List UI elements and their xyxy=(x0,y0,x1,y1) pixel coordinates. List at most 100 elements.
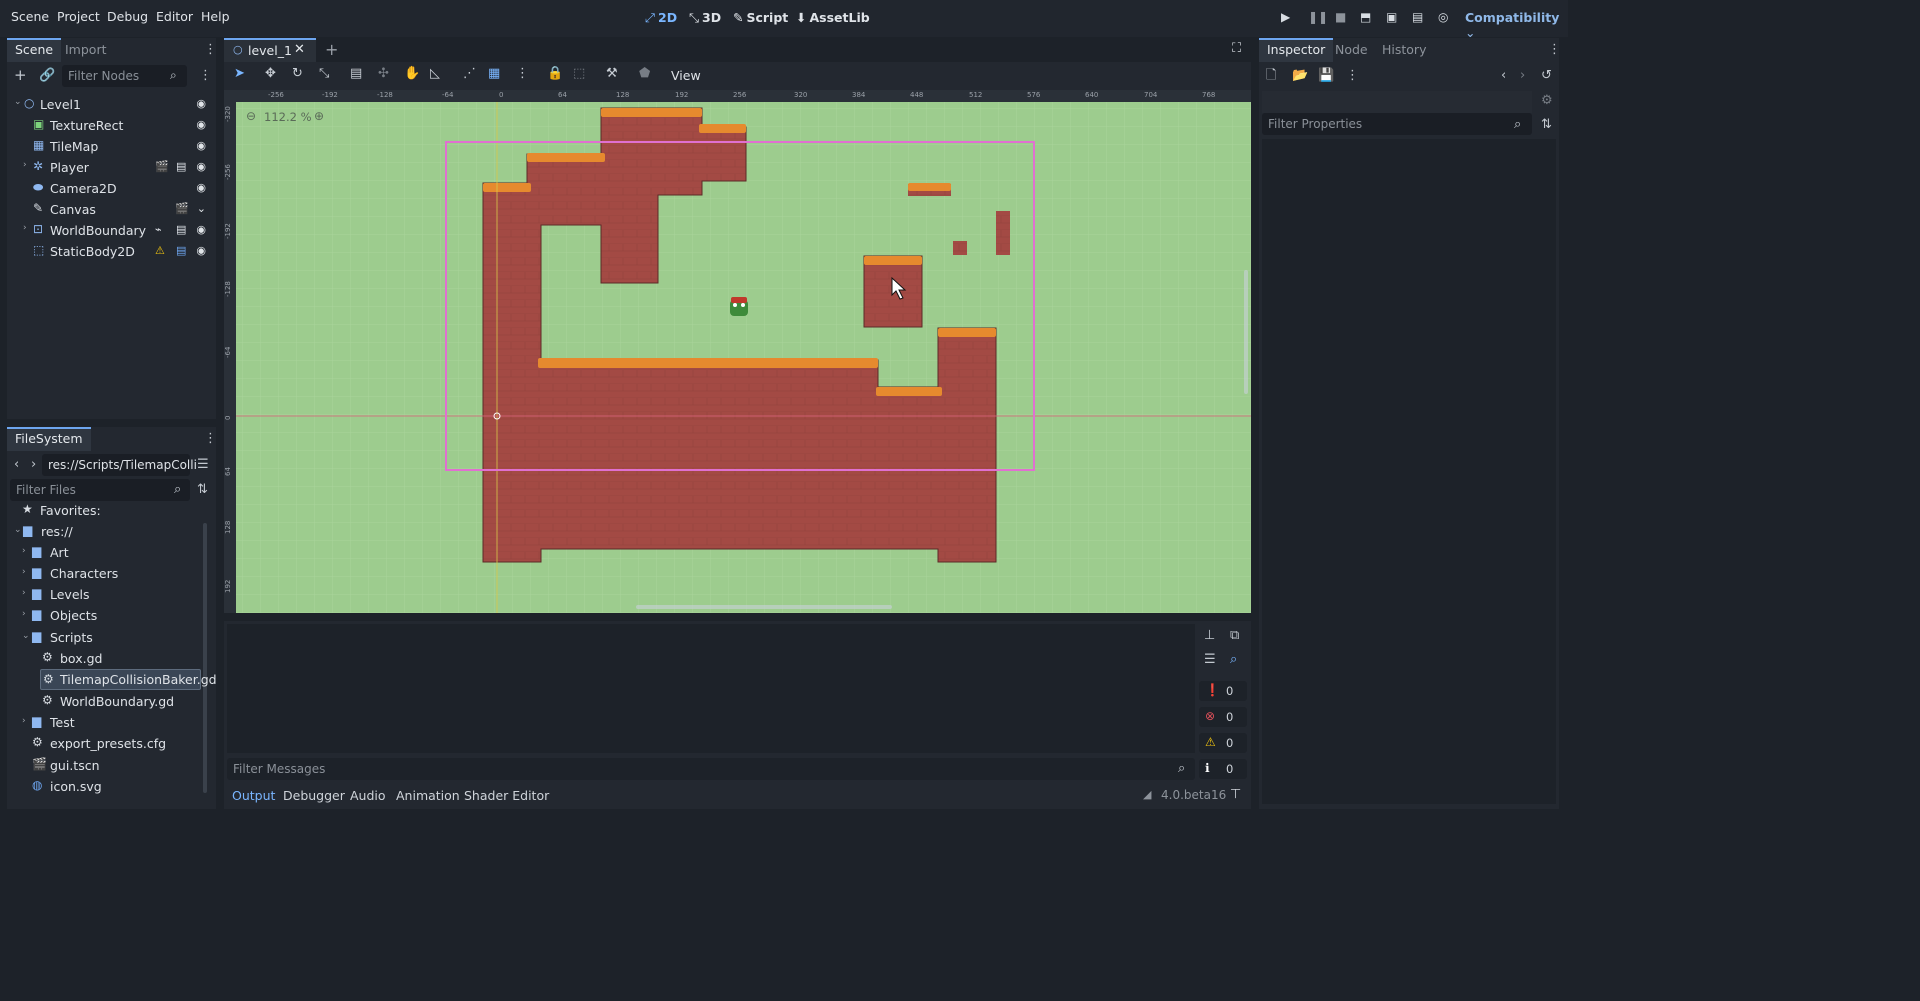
distraction-free-icon[interactable]: ⛶ xyxy=(1232,41,1241,56)
chevron-right-icon[interactable]: › xyxy=(22,567,26,577)
back-icon[interactable]: ‹ xyxy=(14,458,19,471)
play-scene-icon[interactable]: ▣ xyxy=(1386,10,1397,24)
resource-menu-icon[interactable]: ⋮ xyxy=(1346,69,1359,82)
view-menu[interactable]: View xyxy=(671,68,701,83)
movie-maker-icon[interactable]: ◎ xyxy=(1438,10,1448,24)
tab-scene[interactable]: Scene xyxy=(7,38,62,62)
workspace-assetlib[interactable]: ⬇ AssetLib xyxy=(796,10,870,25)
script-attached-icon[interactable]: ▤ xyxy=(176,223,186,236)
menu-debug[interactable]: Debug xyxy=(107,9,148,24)
signal-icon[interactable]: ⌁ xyxy=(155,223,162,236)
zoom-out-icon[interactable]: ⊖ xyxy=(246,109,256,123)
remote-debug-icon[interactable]: ⬒ xyxy=(1360,10,1371,24)
sort-icon[interactable]: ⇅ xyxy=(197,483,208,496)
ruler-tool-icon[interactable]: ◺ xyxy=(430,67,440,80)
canvas-viewport[interactable]: -256 -192 -128 -64 0 64 128 192 256 320 … xyxy=(224,90,1251,613)
dock-menu-icon[interactable]: ⋮ xyxy=(204,43,217,56)
chevron-right-icon[interactable]: › xyxy=(23,160,27,170)
workspace-script[interactable]: ✎ Script xyxy=(733,10,788,25)
scene-canvas[interactable] xyxy=(224,90,1251,613)
snap-options-icon[interactable]: ⋮ xyxy=(516,67,529,80)
new-tab-icon[interactable]: + xyxy=(325,40,338,59)
chevron-down-icon[interactable]: ⌄ xyxy=(14,97,22,107)
play-icon[interactable]: ▶ xyxy=(1281,10,1290,24)
add-node-icon[interactable]: + xyxy=(14,68,27,83)
info-toggle[interactable]: ℹ0 xyxy=(1199,759,1247,779)
warnings-toggle[interactable]: ⚠ 0 xyxy=(1199,733,1247,753)
filter-nodes-input[interactable]: Filter Nodes xyxy=(62,65,187,87)
dock-menu-icon[interactable]: ⋮ xyxy=(1548,43,1561,56)
visibility-eye-icon[interactable]: ◉ xyxy=(196,160,206,173)
property-sort-icon[interactable]: ⇅ xyxy=(1541,118,1552,131)
open-resource-icon[interactable]: 📂 xyxy=(1292,69,1308,82)
errors-toggle[interactable]: ⊗ 0 xyxy=(1199,707,1247,727)
search-icon[interactable]: ⌕ xyxy=(1230,653,1237,666)
chevron-right-icon[interactable]: › xyxy=(22,546,26,556)
tree-node-staticbody2d[interactable]: ⬚ StaticBody2D ⚠ ▤ ◉ xyxy=(8,241,212,262)
tab-debugger[interactable]: Debugger xyxy=(283,788,345,803)
workspace-2d[interactable]: ⤢ 2D xyxy=(645,10,677,26)
warning-icon[interactable]: ⚠ xyxy=(155,244,165,257)
play-custom-scene-icon[interactable]: ▤ xyxy=(1412,10,1423,24)
tree-node-player[interactable]: › ✲ Player 🎬 ▤ ◉ xyxy=(8,157,212,178)
zoom-in-icon[interactable]: ⊕ xyxy=(314,109,324,123)
visibility-eye-icon[interactable]: ◉ xyxy=(196,97,206,110)
script-attached-icon[interactable]: ▤ xyxy=(176,244,186,257)
clear-output-icon[interactable]: ⊥ xyxy=(1204,629,1215,642)
tab-animation[interactable]: Animation xyxy=(396,788,460,803)
instance-clapper-icon[interactable]: 🎬 xyxy=(175,202,189,215)
select-tool-icon[interactable]: ➤ xyxy=(234,67,245,80)
scale-tool-icon[interactable]: ⤡ xyxy=(319,67,329,80)
smart-snap-icon[interactable]: ⋰ xyxy=(463,67,476,80)
history-forward-icon[interactable]: › xyxy=(1520,69,1525,82)
tab-shader-editor[interactable]: Shader Editor xyxy=(464,788,549,803)
scrollbar[interactable] xyxy=(203,523,207,793)
forward-icon[interactable]: › xyxy=(31,458,36,471)
instance-scene-icon[interactable]: 🔗 xyxy=(39,69,55,82)
tab-history[interactable]: History xyxy=(1374,38,1434,62)
group-icon[interactable]: ⬚ xyxy=(573,67,585,80)
list-item-selected[interactable]: ⚙ TilemapCollisionBaker.gd xyxy=(40,669,217,690)
tree-node-texturerect[interactable]: ▣ TextureRect ◉ xyxy=(8,115,212,136)
tree-node-tilemap[interactable]: ▦ TileMap ◉ xyxy=(8,136,212,157)
menu-editor[interactable]: Editor xyxy=(156,9,193,24)
chevron-right-icon[interactable]: › xyxy=(22,588,26,598)
visibility-eye-icon[interactable]: ◉ xyxy=(196,244,206,257)
pause-icon[interactable]: ❚❚ xyxy=(1308,10,1328,24)
visibility-eye-icon[interactable]: ◉ xyxy=(196,181,206,194)
save-resource-icon[interactable]: 💾 xyxy=(1318,69,1334,82)
object-history-icon[interactable]: ↺ xyxy=(1541,69,1552,82)
chevron-right-icon[interactable]: › xyxy=(23,223,27,233)
object-properties-icon[interactable]: ⚙ xyxy=(1541,94,1553,107)
player-sprite[interactable] xyxy=(730,297,748,316)
filter-messages-input[interactable]: Filter Messages xyxy=(227,758,1195,780)
tree-node-level1[interactable]: ⌄ ○ Level1 ◉ xyxy=(8,94,212,115)
tab-import[interactable]: Import xyxy=(57,38,115,62)
copy-icon[interactable]: ⧉ xyxy=(1230,629,1239,642)
camera-override-icon[interactable]: ⬟ xyxy=(639,67,650,80)
grid-snap-icon[interactable]: ▦ xyxy=(488,67,500,80)
tab-level-1[interactable]: ○ level_1 ✕ xyxy=(224,38,316,62)
lock-icon[interactable]: 🔒 xyxy=(547,67,563,80)
output-log[interactable] xyxy=(227,624,1195,753)
scene-options-icon[interactable]: ⋮ xyxy=(199,69,212,82)
tree-node-camera2d[interactable]: ⬬ Camera2D ◉ xyxy=(8,178,212,199)
pan-tool-icon[interactable]: ✋ xyxy=(404,67,420,80)
pivot-tool-icon[interactable]: ✣ xyxy=(378,67,389,80)
chevron-right-icon[interactable]: › xyxy=(22,609,26,619)
instance-clapper-icon[interactable]: 🎬 xyxy=(155,160,169,173)
close-icon[interactable]: ✕ xyxy=(294,42,305,57)
split-mode-icon[interactable]: ☰ xyxy=(197,458,209,471)
tree-node-canvas[interactable]: ✎ Canvas 🎬 ⌄ xyxy=(8,199,212,220)
chevron-down-icon[interactable]: ⌄ xyxy=(197,202,206,215)
menu-help[interactable]: Help xyxy=(201,9,230,24)
visibility-eye-icon[interactable]: ◉ xyxy=(196,223,206,236)
filter-files-input[interactable]: Filter Files xyxy=(10,479,190,501)
collapse-icon[interactable]: ☰ xyxy=(1204,653,1216,666)
filter-properties-input[interactable]: Filter Properties xyxy=(1262,113,1532,135)
script-attached-icon[interactable]: ▤ xyxy=(176,160,186,173)
chevron-right-icon[interactable]: › xyxy=(22,716,26,726)
selectable-list-icon[interactable]: ▤ xyxy=(350,67,362,80)
rotate-tool-icon[interactable]: ↻ xyxy=(292,67,303,80)
new-resource-icon[interactable]: 🗋 xyxy=(1266,69,1276,82)
